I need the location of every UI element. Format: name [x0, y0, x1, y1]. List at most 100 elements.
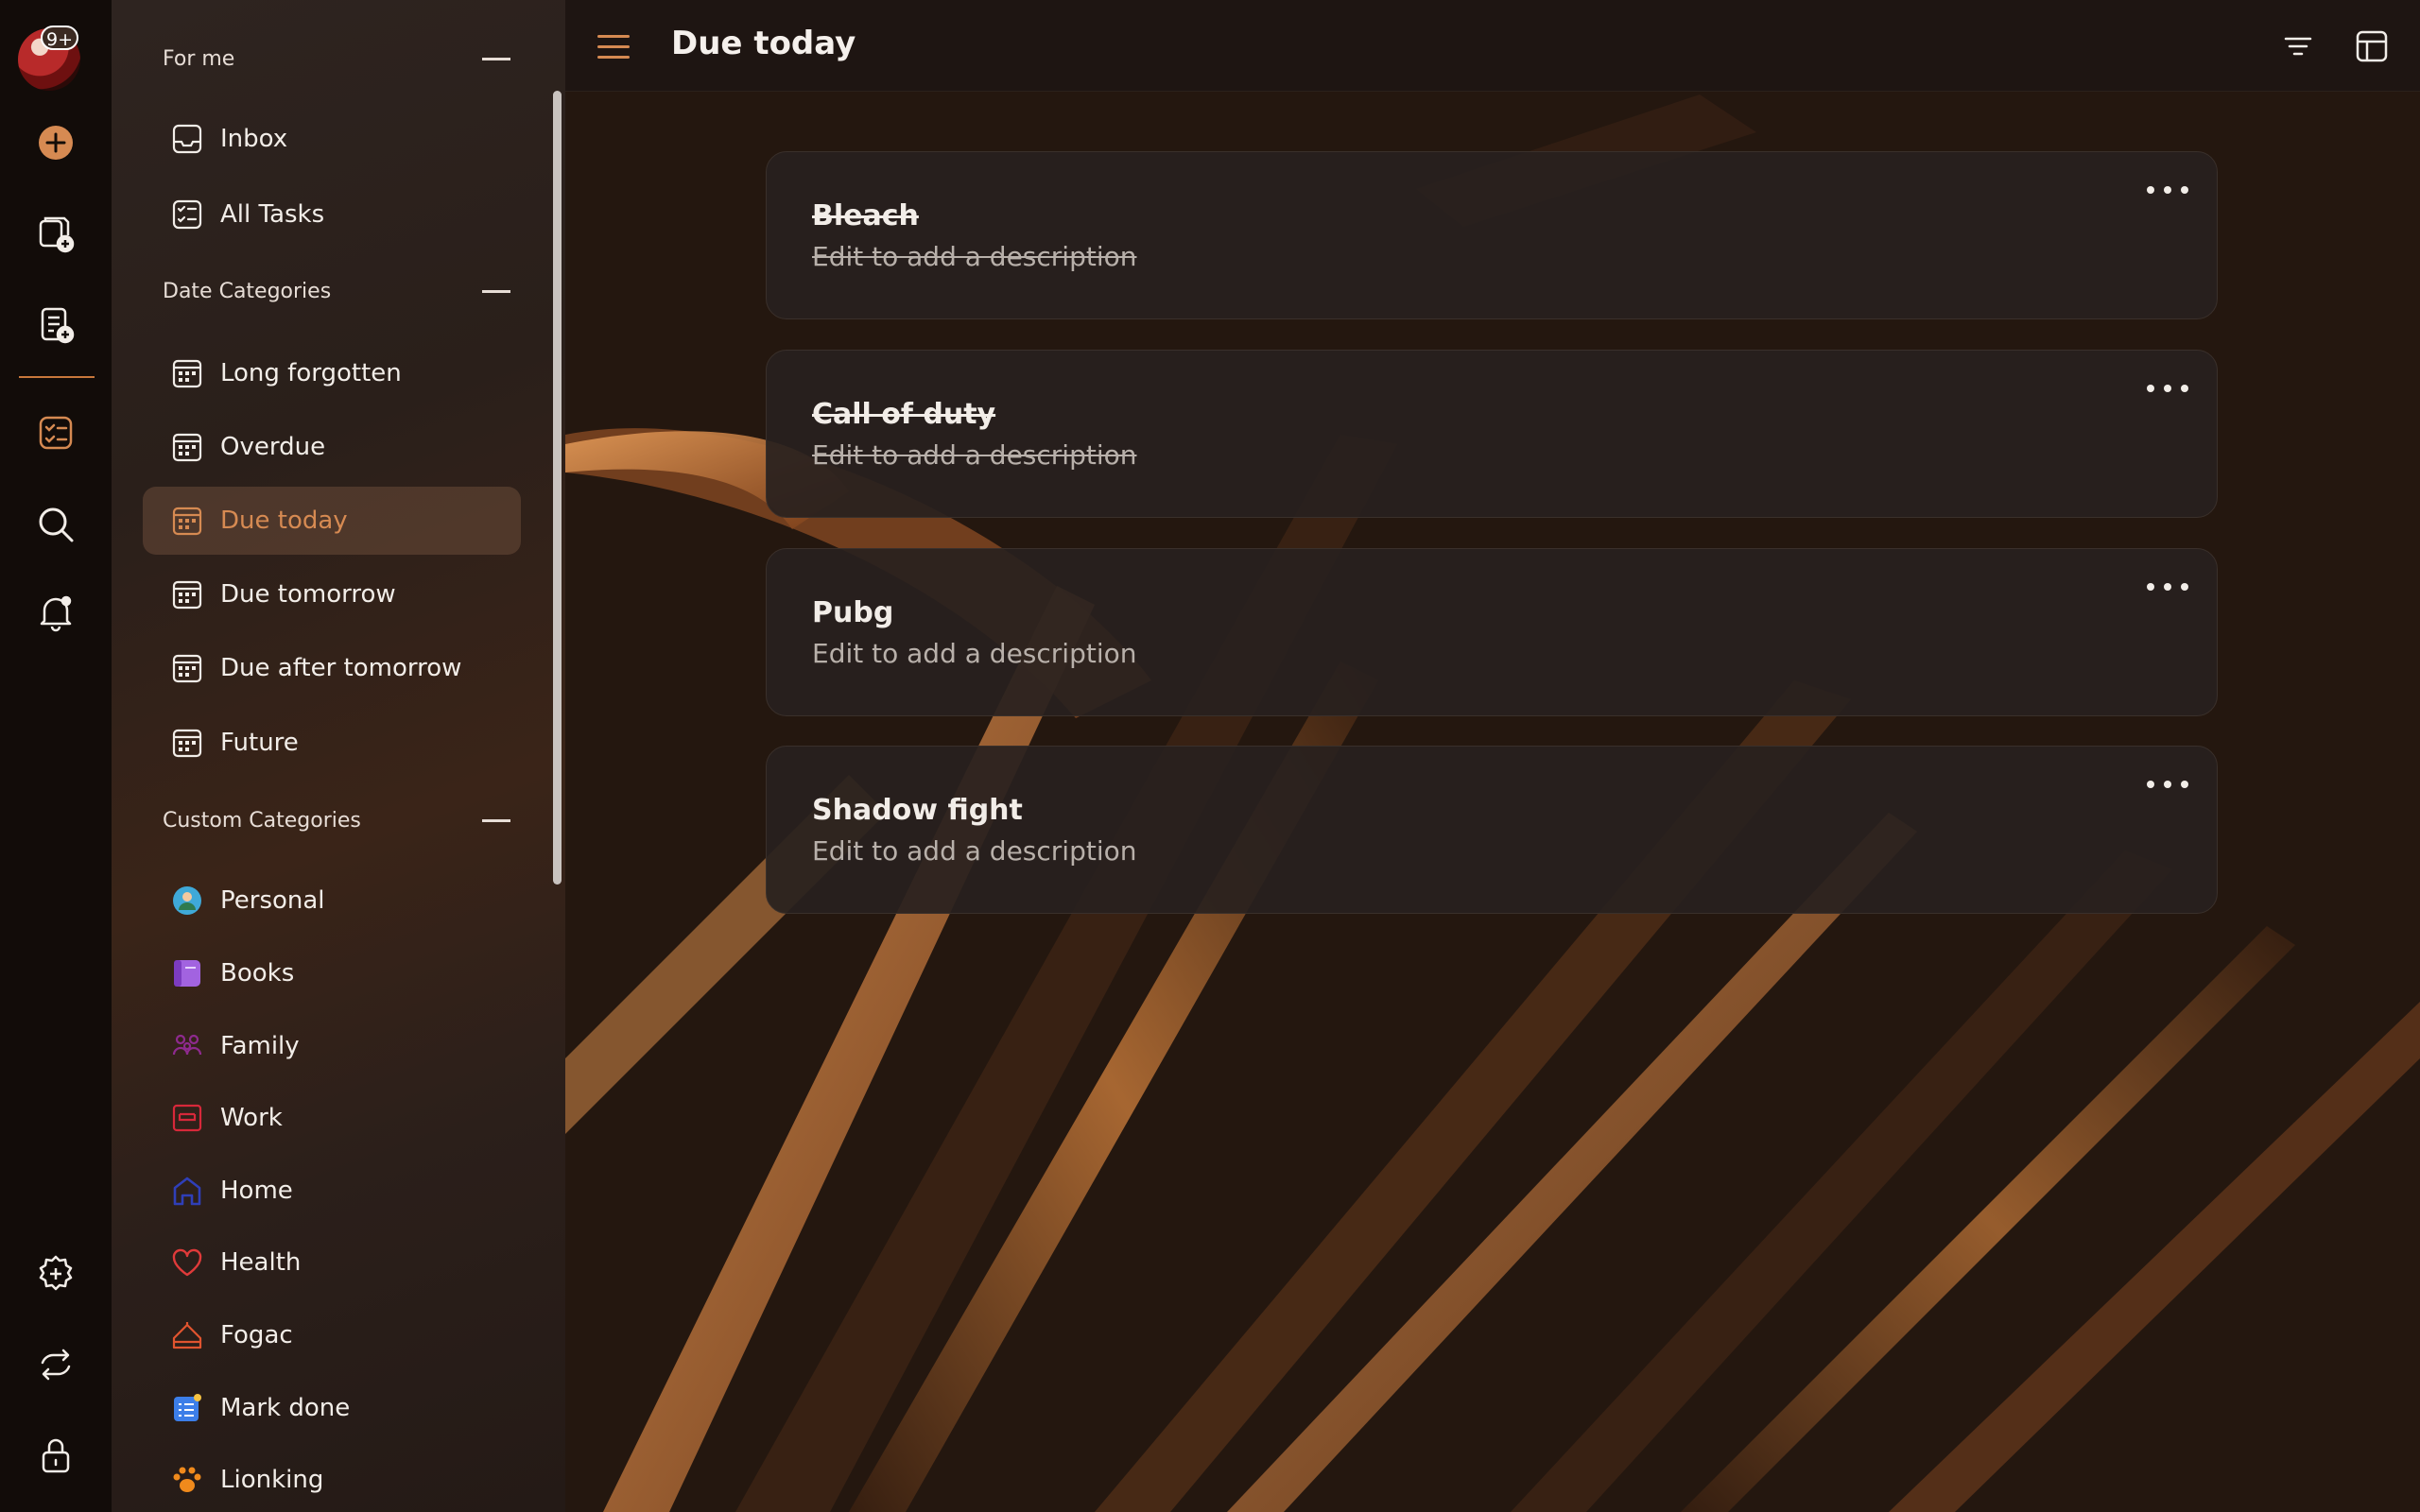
- sync-button[interactable]: [27, 1336, 84, 1393]
- calendar-icon: [171, 357, 203, 389]
- sidebar-item-fogac[interactable]: Fogac: [143, 1301, 521, 1369]
- calendar-icon: [171, 431, 203, 463]
- search-icon: [39, 507, 74, 542]
- sidebar-item-label: Overdue: [220, 433, 326, 461]
- new-collection-button[interactable]: [27, 206, 84, 263]
- more-dots-icon: [2147, 385, 2154, 392]
- section-for-me-label: For me: [163, 46, 235, 71]
- inbox-icon: [171, 123, 203, 155]
- tasks-button[interactable]: [27, 404, 84, 461]
- lock-button[interactable]: [27, 1427, 84, 1484]
- sidebar-item-books[interactable]: Books: [143, 939, 521, 1007]
- sidebar-scrollbar[interactable]: [553, 91, 562, 885]
- task-more-button[interactable]: [2147, 179, 2188, 201]
- sidebar-item-health[interactable]: Health: [143, 1228, 521, 1297]
- sidebar-item-label: Health: [220, 1248, 302, 1277]
- page-title: Due today: [671, 25, 856, 62]
- collapse-icon[interactable]: [482, 289, 510, 293]
- sidebar-item-future[interactable]: Future: [143, 709, 521, 777]
- sidebar-item-label: Long forgotten: [220, 359, 402, 387]
- more-dots-icon: [2147, 583, 2154, 591]
- sidebar-item-overdue[interactable]: Overdue: [143, 413, 521, 481]
- collapse-icon[interactable]: [482, 57, 510, 60]
- calendar-icon: [171, 727, 203, 759]
- settings-button[interactable]: [27, 1246, 84, 1302]
- sidebar-item-label: Fogac: [220, 1321, 293, 1349]
- sidebar-item-due-today[interactable]: Due today: [143, 487, 521, 555]
- section-for-me[interactable]: For me: [163, 40, 514, 77]
- task-card[interactable]: Pubg Edit to add a description: [766, 548, 2218, 716]
- section-custom-categories-label: Custom Categories: [163, 808, 361, 833]
- sidebar-item-family[interactable]: Family: [143, 1012, 521, 1080]
- more-dots-icon: [2181, 385, 2188, 392]
- sidebar-item-label: Work: [220, 1104, 283, 1132]
- sidebar-item-personal[interactable]: Personal: [143, 867, 521, 935]
- section-date-categories[interactable]: Date Categories: [163, 272, 514, 310]
- lock-icon: [42, 1438, 70, 1473]
- new-note-button[interactable]: [27, 297, 84, 353]
- more-dots-icon: [2164, 385, 2171, 392]
- work-icon: [171, 1102, 203, 1134]
- home-icon: [171, 1175, 203, 1207]
- sidebar-item-due-after-tomorrow[interactable]: Due after tomorrow: [143, 634, 521, 702]
- sidebar-item-long-forgotten[interactable]: Long forgotten: [143, 339, 521, 407]
- all-tasks-icon: [171, 198, 203, 231]
- sidebar-item-label: Lionking: [220, 1466, 324, 1494]
- task-more-button[interactable]: [2147, 773, 2188, 796]
- main-content: Due today Bleach Edit to add a descripti…: [565, 0, 2420, 1512]
- section-custom-categories[interactable]: Custom Categories: [163, 801, 514, 839]
- cake-icon: [171, 1319, 203, 1351]
- task-description: Edit to add a description: [812, 835, 1137, 867]
- hamburger-icon: [597, 34, 630, 38]
- notification-count-badge: 9+: [41, 26, 79, 50]
- sidebar-item-work[interactable]: Work: [143, 1084, 521, 1152]
- settings-icon: [39, 1255, 73, 1291]
- task-title: Call of duty: [812, 398, 996, 431]
- task-card[interactable]: Bleach Edit to add a description: [766, 151, 2218, 319]
- family-icon: [171, 1030, 203, 1062]
- calendar-icon: [171, 652, 203, 684]
- sync-icon: [41, 1349, 71, 1381]
- task-card[interactable]: Call of duty Edit to add a description: [766, 350, 2218, 518]
- sidebar-item-lionking[interactable]: Lionking: [143, 1446, 521, 1512]
- sidebar-item-label: Inbox: [220, 125, 288, 153]
- top-bar: Due today: [565, 0, 2420, 92]
- task-card[interactable]: Shadow fight Edit to add a description: [766, 746, 2218, 914]
- sidebar-item-label: Future: [220, 729, 299, 757]
- sidebar-item-label: All Tasks: [220, 200, 325, 229]
- sidebar-item-label: Due today: [220, 507, 348, 535]
- sidebar-item-mark-done[interactable]: Mark done: [143, 1374, 521, 1442]
- sidebar-item-home[interactable]: Home: [143, 1157, 521, 1225]
- menu-button[interactable]: [592, 25, 635, 68]
- layout-button[interactable]: [2350, 25, 2394, 68]
- avatar[interactable]: 9+: [18, 26, 80, 91]
- sidebar-item-all-tasks[interactable]: All Tasks: [143, 180, 521, 249]
- collapse-icon[interactable]: [482, 818, 510, 822]
- sidebar-item-label: Mark done: [220, 1394, 351, 1422]
- filter-button[interactable]: [2276, 25, 2320, 68]
- add-button[interactable]: [27, 114, 84, 171]
- sidebar-item-label: Due tomorrow: [220, 580, 396, 609]
- task-more-button[interactable]: [2147, 377, 2188, 400]
- task-description: Edit to add a description: [812, 241, 1137, 272]
- layout-icon: [2356, 30, 2388, 62]
- book-icon: [171, 957, 203, 989]
- search-button[interactable]: [27, 496, 84, 553]
- calendar-icon: [171, 578, 203, 610]
- filter-icon: [2284, 37, 2312, 56]
- more-dots-icon: [2164, 781, 2171, 788]
- more-dots-icon: [2181, 583, 2188, 591]
- more-dots-icon: [2147, 781, 2154, 788]
- notifications-button[interactable]: [27, 584, 84, 641]
- heart-icon: [171, 1246, 203, 1279]
- task-more-button[interactable]: [2147, 576, 2188, 598]
- more-dots-icon: [2181, 781, 2188, 788]
- sidebar-item-due-tomorrow[interactable]: Due tomorrow: [143, 560, 521, 628]
- sidebar-item-inbox[interactable]: Inbox: [143, 105, 521, 173]
- task-description: Edit to add a description: [812, 638, 1137, 669]
- paw-icon: [171, 1464, 203, 1496]
- new-collection-icon: [39, 216, 75, 253]
- task-title: Shadow fight: [812, 794, 1023, 827]
- hamburger-icon: [597, 44, 630, 48]
- sidebar: For me Inbox All Tasks Date Categories L…: [112, 0, 565, 1512]
